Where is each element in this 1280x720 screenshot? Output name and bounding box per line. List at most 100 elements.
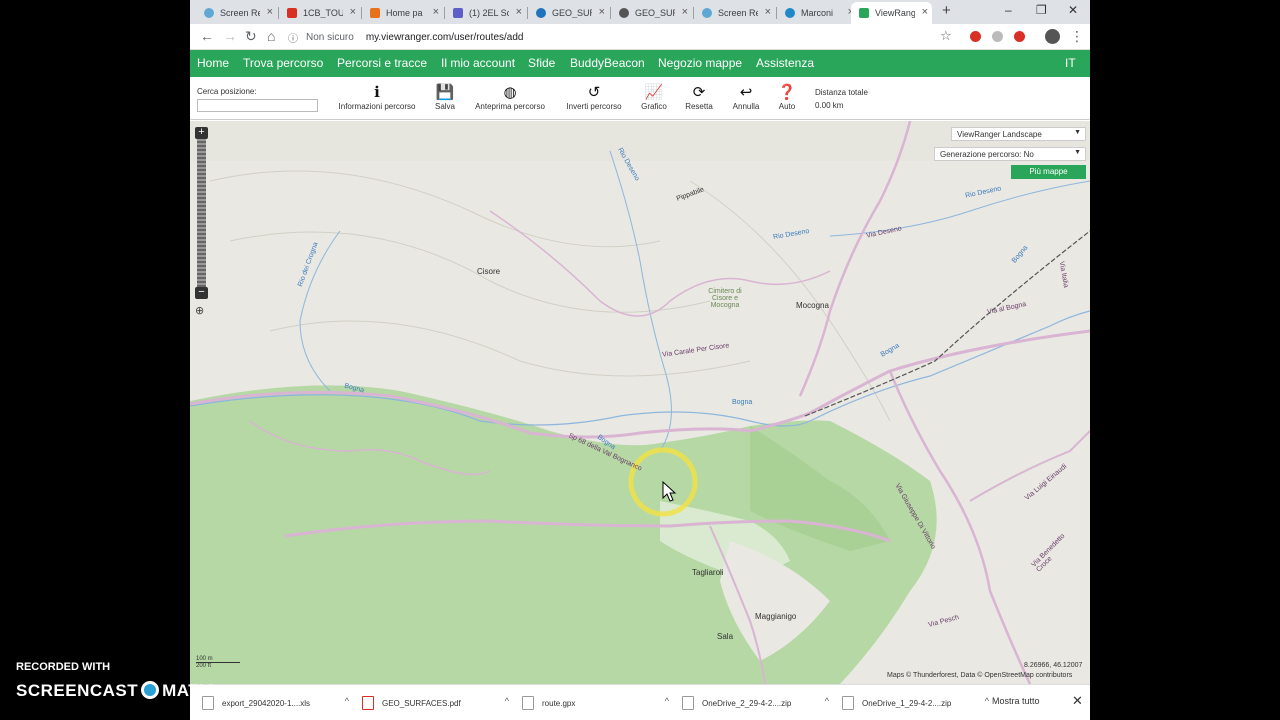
site-nav: Home Trova percorso Percorsi e tracce Il… bbox=[190, 50, 1090, 77]
extension-icon[interactable] bbox=[992, 31, 1003, 42]
nav-percorsi-tracce[interactable]: Percorsi e tracce bbox=[337, 56, 427, 70]
watermark-logo: SCREENCAST MATIC bbox=[16, 681, 218, 700]
tab-4[interactable]: (1) 2EL Sc × bbox=[445, 2, 526, 24]
chevron-up-icon[interactable]: ^ bbox=[825, 696, 829, 706]
chart-button[interactable]: 📈 Grafico bbox=[638, 84, 670, 111]
place-label: Cisore bbox=[477, 267, 501, 276]
reload-icon[interactable]: ↻ bbox=[245, 28, 257, 45]
watermark-line1: RECORDED WITH bbox=[16, 661, 111, 673]
zip-file-icon bbox=[842, 696, 854, 710]
route-toolbar: Cerca posizione: ℹ Informazioni percorso … bbox=[190, 77, 1090, 120]
search-position-input[interactable] bbox=[197, 99, 318, 112]
reverse-route-button[interactable]: ↺ Inverti percorso bbox=[563, 84, 625, 111]
distance-label: Distanza totale bbox=[815, 88, 868, 97]
download-item[interactable]: route.gpx ^ bbox=[522, 693, 677, 713]
address-bar[interactable]: ⓘ Non sicuro my.viewranger.com/user/rout… bbox=[288, 27, 928, 47]
back-icon[interactable]: ← bbox=[200, 28, 214, 44]
security-label: Non sicuro bbox=[306, 31, 354, 43]
auto-button[interactable]: ❓ Auto bbox=[775, 84, 799, 111]
forward-icon[interactable]: → bbox=[223, 28, 237, 44]
undo-icon: ↩ bbox=[739, 84, 753, 101]
file-icon bbox=[522, 696, 534, 710]
preview-route-button[interactable]: ◍ Anteprima percorso bbox=[472, 84, 548, 111]
extension-icon[interactable] bbox=[1014, 31, 1025, 42]
tab-favicon bbox=[536, 8, 546, 18]
close-tab-icon[interactable]: × bbox=[516, 6, 522, 18]
nav-trova-percorso[interactable]: Trova percorso bbox=[243, 56, 323, 70]
tab-viewranger-active[interactable]: ViewRang × bbox=[851, 2, 932, 24]
tab-3[interactable]: Home pa × bbox=[362, 2, 443, 24]
zoom-out-button[interactable]: − bbox=[195, 287, 208, 299]
route-generation-select[interactable]: Generazione percorso: No ▼ bbox=[934, 147, 1086, 161]
locate-icon[interactable]: ⊕ bbox=[195, 304, 204, 317]
chevron-up-icon[interactable]: ^ bbox=[985, 696, 989, 706]
new-tab-button[interactable]: + bbox=[942, 2, 951, 19]
bookmark-star-icon[interactable]: ☆ bbox=[940, 28, 952, 44]
nav-account[interactable]: Il mio account bbox=[441, 56, 515, 70]
close-tab-icon[interactable]: × bbox=[267, 6, 273, 18]
map-layer-select[interactable]: ViewRanger Landscape ▼ bbox=[951, 127, 1086, 141]
download-item[interactable]: export_29042020-1....xls ^ bbox=[202, 693, 357, 713]
tab-favicon bbox=[859, 8, 869, 18]
download-item[interactable]: GEO_SURFACES.pdf ^ bbox=[362, 693, 517, 713]
undo-button[interactable]: ↩ Annulla bbox=[730, 84, 762, 111]
download-shelf: export_29042020-1....xls ^ GEO_SURFACES.p… bbox=[190, 684, 1090, 720]
nav-assistenza[interactable]: Assistenza bbox=[756, 56, 814, 70]
cursor-coordinates: 8.26966, 46.12007 bbox=[1024, 662, 1083, 669]
chevron-up-icon[interactable]: ^ bbox=[505, 696, 509, 706]
tab-favicon bbox=[619, 8, 629, 18]
globe-icon: ◍ bbox=[503, 84, 517, 101]
download-item[interactable]: OneDrive_1_29-4-2....zip ^ bbox=[842, 693, 997, 713]
place-label: Sala bbox=[717, 632, 734, 641]
nav-home[interactable]: Home bbox=[197, 56, 229, 70]
map-canvas[interactable]: + − ⊕ ViewRanger Landscape ▼ Generazione … bbox=[190, 121, 1090, 684]
chevron-up-icon[interactable]: ^ bbox=[665, 696, 669, 706]
tab-5[interactable]: GEO_SUR × bbox=[528, 2, 609, 24]
place-label: Maggianigo bbox=[755, 612, 797, 621]
url-text[interactable]: my.viewranger.com/user/routes/add bbox=[366, 32, 524, 43]
reset-icon: ⟳ bbox=[692, 84, 706, 101]
language-selector[interactable]: IT bbox=[1065, 56, 1076, 70]
tab-2[interactable]: 1CB_TOUR× bbox=[279, 2, 360, 24]
close-tab-icon[interactable]: × bbox=[682, 6, 688, 18]
minimize-button[interactable]: – bbox=[1005, 3, 1012, 17]
tab-6[interactable]: GEO_SUR × bbox=[611, 2, 692, 24]
nav-negozio-mappe[interactable]: Negozio mappe bbox=[658, 56, 742, 70]
tab-favicon bbox=[453, 8, 463, 18]
tab-8[interactable]: Marconi× bbox=[777, 2, 858, 24]
distance-value: 0.00 km bbox=[815, 101, 844, 110]
zoom-slider[interactable] bbox=[197, 139, 206, 289]
show-all-button[interactable]: Mostra tutto bbox=[992, 696, 1040, 706]
extension-icon[interactable] bbox=[970, 31, 981, 42]
info-icon[interactable]: ⓘ bbox=[288, 30, 298, 45]
profile-avatar[interactable] bbox=[1045, 29, 1060, 44]
download-item[interactable]: OneDrive_2_29-4-2....zip ^ bbox=[682, 693, 837, 713]
chart-icon: 📈 bbox=[644, 84, 664, 101]
close-tab-icon[interactable]: × bbox=[599, 6, 605, 18]
zoom-in-button[interactable]: + bbox=[195, 127, 208, 139]
close-tab-icon[interactable]: × bbox=[765, 6, 771, 18]
reverse-icon: ↺ bbox=[587, 84, 601, 101]
tab-1[interactable]: Screen Re × bbox=[196, 2, 277, 24]
more-maps-button[interactable]: Più mappe bbox=[1011, 165, 1086, 179]
tab-favicon bbox=[702, 8, 712, 18]
reset-button[interactable]: ⟳ Resetta bbox=[682, 84, 716, 111]
route-info-button[interactable]: ℹ Informazioni percorso bbox=[336, 84, 418, 111]
map-attribution[interactable]: Maps © Thunderforest, Data © OpenStreetM… bbox=[887, 672, 1072, 679]
home-icon[interactable]: ⌂ bbox=[267, 28, 275, 44]
close-window-button[interactable]: ✕ bbox=[1068, 3, 1078, 17]
close-shelf-icon[interactable]: ✕ bbox=[1072, 693, 1083, 709]
tab-7[interactable]: Screen Re × bbox=[694, 2, 775, 24]
place-label: Mocogna bbox=[796, 301, 829, 310]
close-tab-icon[interactable]: × bbox=[433, 6, 439, 18]
save-button[interactable]: 💾 Salva bbox=[431, 84, 459, 111]
close-tab-icon[interactable]: × bbox=[350, 6, 356, 18]
close-tab-icon[interactable]: × bbox=[922, 6, 928, 18]
nav-buddybeacon[interactable]: BuddyBeacon bbox=[570, 56, 645, 70]
maximize-button[interactable]: ❐ bbox=[1036, 3, 1047, 17]
pdf-file-icon bbox=[362, 696, 374, 710]
tab-favicon bbox=[204, 8, 214, 18]
nav-sfide[interactable]: Sfide bbox=[528, 56, 555, 70]
chevron-up-icon[interactable]: ^ bbox=[345, 696, 349, 706]
menu-dots-icon[interactable]: ⋮ bbox=[1070, 28, 1084, 45]
